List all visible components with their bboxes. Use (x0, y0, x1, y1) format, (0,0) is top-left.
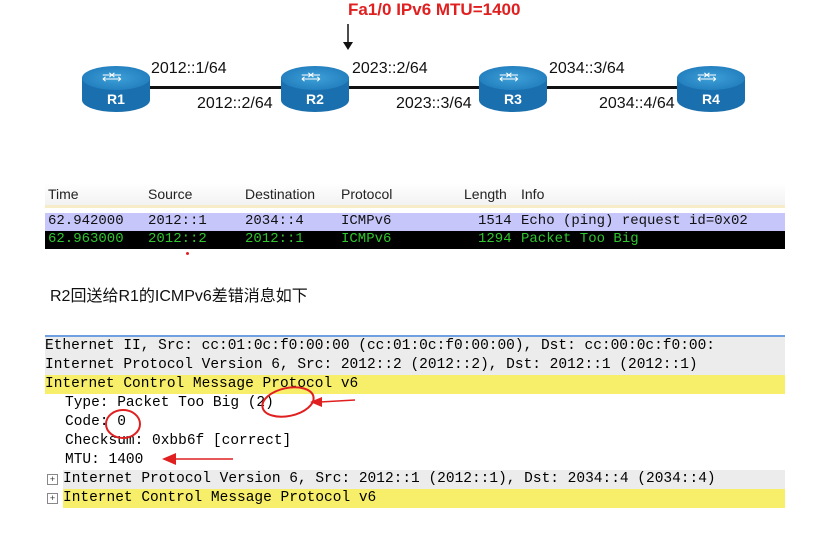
arrow-annotation (319, 399, 356, 403)
circle-annotation (105, 409, 141, 439)
arrow-head-icon (162, 453, 176, 465)
arrow-head-icon (310, 397, 322, 407)
circle-annotation (261, 386, 315, 418)
